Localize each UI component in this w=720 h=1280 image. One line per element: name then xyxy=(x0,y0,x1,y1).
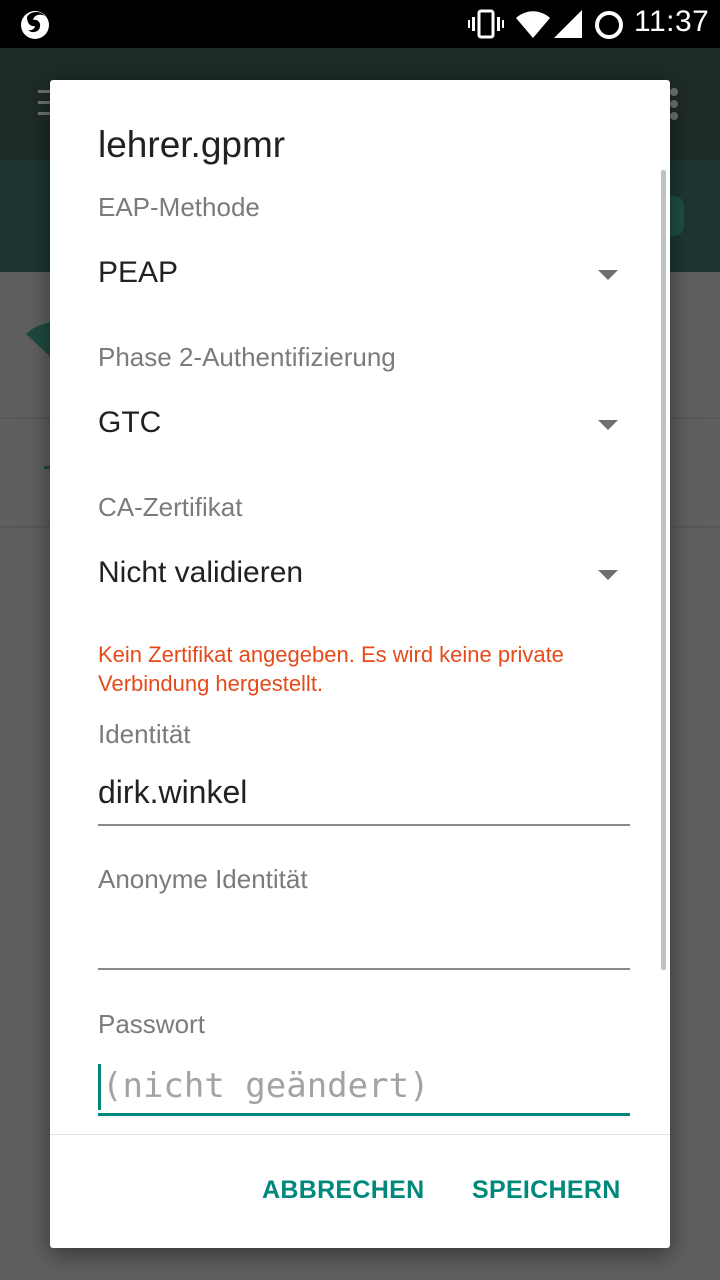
text-cursor xyxy=(98,1064,101,1110)
clock: 11:37 xyxy=(634,5,710,38)
cell-signal-icon xyxy=(554,10,582,38)
button-bar-divider xyxy=(50,1134,670,1135)
identity-field[interactable]: dirk.winkel xyxy=(98,770,630,826)
ca-certificate-label: CA-Zertifikat xyxy=(98,492,243,522)
save-button[interactable]: SPEICHERN xyxy=(472,1176,621,1205)
firefox-notification-icon xyxy=(21,11,49,39)
status-bar: 11:37 xyxy=(0,0,720,48)
identity-value: dirk.winkel xyxy=(98,774,248,810)
password-field[interactable] xyxy=(98,1060,630,1116)
anonymous-identity-label: Anonyme Identität xyxy=(98,864,308,894)
ca-certificate-value: Nicht validieren xyxy=(98,556,304,589)
dialog-title: lehrer.gpmr xyxy=(98,124,286,165)
eap-method-label: EAP-Methode xyxy=(98,192,260,222)
phase2-auth-label: Phase 2-Authentifizierung xyxy=(98,342,396,372)
certificate-warning: Kein Zertifikat angegeben. Es wird keine… xyxy=(98,642,564,696)
phase2-auth-dropdown[interactable]: GTC xyxy=(98,396,618,456)
vibrate-icon xyxy=(468,9,504,39)
dropdown-arrow-icon xyxy=(598,270,618,280)
password-label: Passwort xyxy=(98,1009,205,1039)
battery-icon xyxy=(595,11,623,39)
wifi-icon xyxy=(516,11,550,38)
password-input[interactable] xyxy=(102,1060,622,1112)
dropdown-arrow-icon xyxy=(598,420,618,430)
wifi-config-dialog: lehrer.gpmr EAP-Methode PEAP Phase 2-Aut… xyxy=(50,80,670,1248)
phase2-auth-value: GTC xyxy=(98,406,162,439)
dialog-scrollbar[interactable] xyxy=(661,170,666,970)
cancel-button[interactable]: ABBRECHEN xyxy=(262,1176,424,1205)
background-overflow-icon xyxy=(670,88,682,122)
ca-certificate-dropdown[interactable]: Nicht validieren xyxy=(98,546,618,606)
eap-method-value: PEAP xyxy=(98,256,179,289)
dropdown-arrow-icon xyxy=(598,570,618,580)
eap-method-dropdown[interactable]: PEAP xyxy=(98,246,618,306)
identity-label: Identität xyxy=(98,719,191,749)
anonymous-identity-field[interactable] xyxy=(98,914,630,970)
